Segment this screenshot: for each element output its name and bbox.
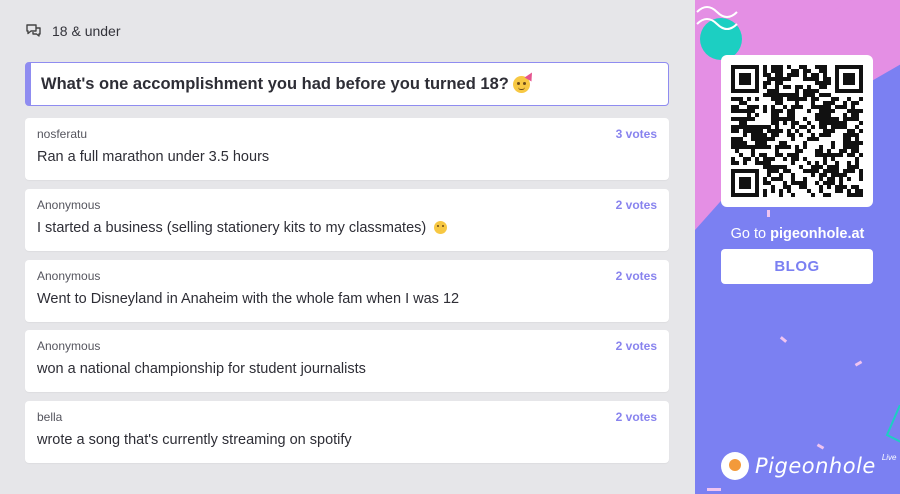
question-text: What's one accomplishment you had before… — [41, 74, 509, 93]
session-title: 18 & under — [52, 23, 121, 39]
goto-text: Go to pigeonhole.at — [695, 226, 900, 242]
brand-name: Pigeonhole — [755, 454, 876, 478]
answer-card[interactable]: Anonymous 2 votes I started a business (… — [25, 189, 669, 251]
answer-author: bella — [37, 410, 63, 424]
answer-author: Anonymous — [37, 198, 101, 212]
answer-votes: 2 votes — [615, 410, 657, 424]
qr-code — [721, 55, 873, 207]
answer-author: Anonymous — [37, 269, 101, 283]
pigeon-icon — [721, 452, 749, 480]
answer-text: Went to Disneyland in Anaheim with the w… — [37, 291, 460, 307]
answer-card[interactable]: bella 2 votes wrote a song that's curren… — [25, 401, 669, 463]
brand-suffix: Live — [881, 452, 897, 462]
decor-confetti — [707, 488, 721, 491]
brand-logo: Pigeonhole Live — [721, 452, 897, 480]
answer-author: nosferatu — [37, 127, 88, 141]
answer-card[interactable]: Anonymous 2 votes Went to Disneyland in … — [25, 260, 669, 322]
decor-confetti — [779, 336, 788, 343]
pleading-face-emoji — [434, 221, 448, 234]
answer-text-row: I started a business (selling stationery… — [37, 220, 448, 236]
answer-votes: 3 votes — [615, 127, 657, 141]
blog-button[interactable]: BLOG — [721, 249, 873, 284]
answer-card[interactable]: nosferatu 3 votes Ran a full marathon un… — [25, 118, 669, 180]
answer-author: Anonymous — [37, 339, 101, 353]
answer-votes: 2 votes — [615, 339, 657, 353]
answer-text: Ran a full marathon under 3.5 hours — [37, 149, 270, 165]
decor-confetti — [816, 443, 825, 450]
chat-bubbles-icon — [26, 24, 41, 37]
decor-squiggle — [696, 6, 738, 30]
decor-confetti — [854, 360, 863, 367]
party-face-emoji — [512, 70, 536, 93]
session-header: 18 & under — [25, 23, 121, 39]
answer-votes: 2 votes — [615, 198, 657, 212]
question-banner: What's one accomplishment you had before… — [25, 62, 669, 106]
decor-teal-outline — [885, 405, 900, 443]
answer-text: I started a business (selling stationery… — [37, 220, 427, 236]
goto-prefix: Go to — [730, 226, 767, 242]
goto-site-link[interactable]: pigeonhole.at — [770, 226, 864, 242]
main-panel: 18 & under What's one accomplishment you… — [0, 0, 695, 494]
qr-code-image — [731, 65, 863, 197]
answer-text: won a national championship for student … — [37, 361, 366, 377]
answer-votes: 2 votes — [615, 269, 657, 283]
answer-text: wrote a song that's currently streaming … — [37, 432, 352, 448]
answer-card[interactable]: Anonymous 2 votes won a national champio… — [25, 330, 669, 392]
decor-confetti — [767, 210, 770, 217]
